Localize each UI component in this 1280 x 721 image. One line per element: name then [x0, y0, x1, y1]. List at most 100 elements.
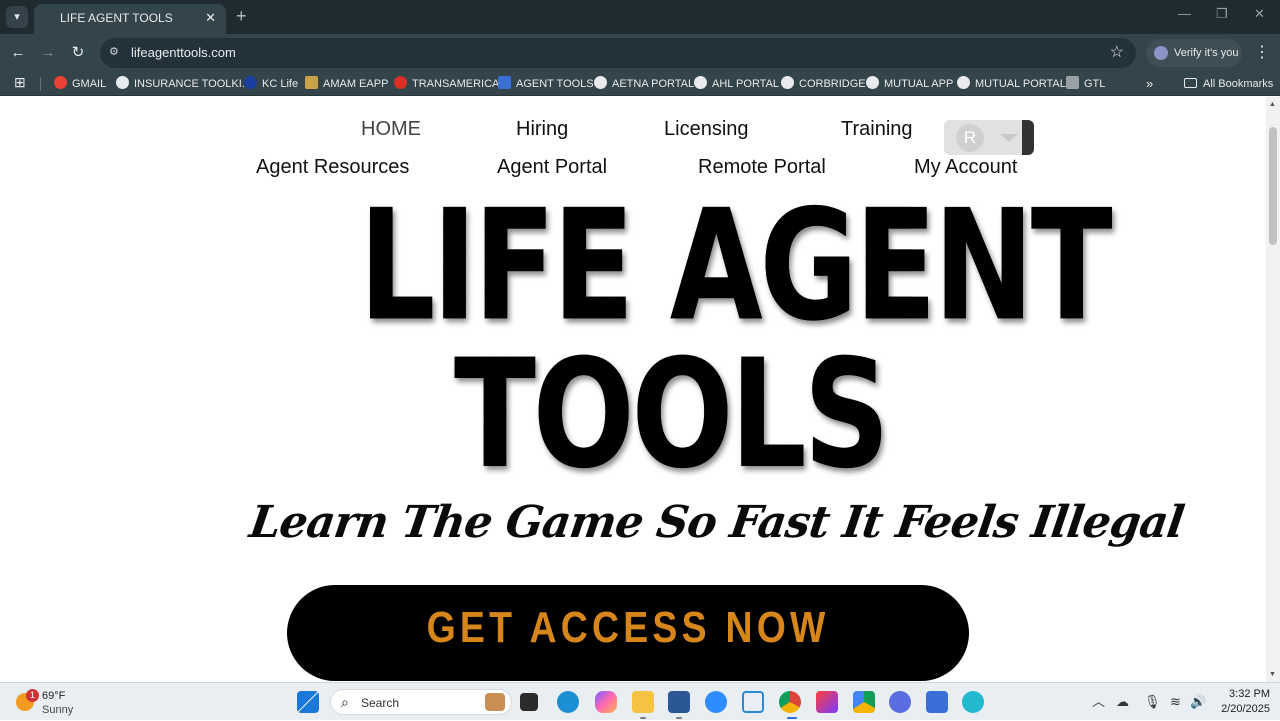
weather-widget[interactable]: 1 69°F Sunny [16, 687, 116, 717]
bookmark-label: MUTUAL APP [884, 78, 954, 90]
account-menu-edge [1022, 120, 1034, 155]
bookmark-label: GTL [1084, 78, 1106, 90]
url-text[interactable]: lifeagenttools.com [131, 38, 236, 68]
tab-search-button[interactable]: ▾ [6, 6, 28, 28]
word-icon[interactable] [668, 691, 690, 713]
weather-condition: Sunny [42, 704, 74, 716]
bookmark-item[interactable]: MUTUAL APP [866, 76, 953, 92]
edge-icon[interactable] [557, 691, 579, 713]
bookmark-label: KC Life [262, 78, 299, 90]
bookmark-item[interactable]: INSURANCE TOOLKI... [116, 76, 251, 92]
get-access-button[interactable]: GET ACCESS NOW [287, 585, 969, 681]
address-bar[interactable]: ⚙ lifeagenttools.com ☆ [100, 38, 1136, 68]
new-tab-icon[interactable]: + [236, 5, 247, 27]
tray-overflow-icon[interactable]: ︿ [1092, 683, 1105, 721]
windows-start-icon[interactable] [297, 691, 319, 713]
clock-date: 2/20/2025 [1221, 703, 1270, 715]
nav-agent-resources[interactable]: Agent Resources [256, 156, 409, 179]
back-icon[interactable]: ← [8, 43, 28, 63]
bookmark-item[interactable]: CORBRIDGE [781, 76, 866, 92]
bookmark-item[interactable]: GTL [1066, 76, 1105, 92]
chrome-icon[interactable] [779, 691, 801, 713]
bookmarks-bar: ⊞ GMAIL INSURANCE TOOLKI... KC Life AMAM… [0, 72, 1280, 96]
logo-title-line1: LIFE AGENT [359, 177, 1113, 356]
nav-remote-portal[interactable]: Remote Portal [698, 156, 826, 179]
file-explorer-icon[interactable] [632, 691, 654, 713]
google-drive-icon[interactable] [853, 691, 875, 713]
more-bookmarks-icon[interactable]: » [1146, 76, 1153, 91]
bookmark-item[interactable]: TRANSAMERICA [394, 76, 499, 92]
gmail-icon [54, 76, 67, 89]
volume-icon[interactable]: 🔊 [1190, 683, 1206, 721]
nav-agent-portal[interactable]: Agent Portal [497, 156, 607, 179]
close-window-icon[interactable]: ✕ [1254, 6, 1265, 22]
copilot-icon[interactable] [595, 691, 617, 713]
scroll-up-icon[interactable]: ▲ [1269, 101, 1276, 108]
taskbar: 1 69°F Sunny ⌕ Search ︿ ☁ 🎙 ≋ 🔊 3:32 PM … [0, 682, 1280, 720]
bookmark-item[interactable]: AGENT TOOLS [498, 76, 594, 92]
profile-avatar-icon [1154, 46, 1168, 60]
bookmark-item[interactable]: AHL PORTAL [694, 76, 779, 92]
bookmark-item[interactable]: GMAIL [54, 76, 106, 92]
bookmark-item[interactable]: AETNA PORTAL [594, 76, 694, 92]
zoom-icon[interactable] [705, 691, 727, 713]
restore-icon[interactable]: ❐ [1216, 6, 1228, 22]
apps-grid-icon[interactable]: ⊞ [14, 75, 28, 89]
system-clock[interactable]: 3:32 PM 2/20/2025 [1214, 687, 1270, 717]
profile-label: Verify it's you [1174, 47, 1239, 59]
bookmark-label: INSURANCE TOOLKI... [134, 78, 251, 90]
bookmark-label: MUTUAL PORTAL [975, 78, 1066, 90]
account-avatar: R [956, 124, 984, 152]
wifi-icon[interactable]: ≋ [1170, 683, 1181, 721]
settings-app-icon[interactable] [889, 691, 911, 713]
taskbar-search[interactable]: ⌕ Search [330, 689, 512, 715]
forward-icon[interactable]: → [38, 43, 58, 63]
bookmark-label: AHL PORTAL [712, 78, 780, 90]
snipping-tool-icon[interactable] [742, 691, 764, 713]
running-indicator [676, 717, 682, 719]
task-view-icon[interactable] [520, 693, 538, 711]
site-info-icon[interactable]: ⚙ [109, 45, 123, 59]
search-icon: ⌕ [341, 694, 349, 710]
globe-icon [694, 76, 707, 89]
profile-button[interactable]: Verify it's you [1146, 39, 1242, 67]
nav-my-account[interactable]: My Account [914, 156, 1017, 179]
all-bookmarks-button[interactable]: All Bookmarks [1184, 76, 1273, 92]
reload-icon[interactable]: ↻ [68, 43, 88, 63]
active-indicator [787, 717, 797, 719]
nav-home[interactable]: HOME [361, 118, 421, 141]
active-tab[interactable]: LIFE AGENT TOOLS ✕ [34, 4, 226, 34]
web-page: HOME Hiring Licensing Training R Agent R… [0, 97, 1266, 682]
app-icon[interactable] [926, 691, 948, 713]
page-scrollbar[interactable]: ▲ ▼ [1266, 97, 1280, 682]
bookmark-label: AETNA PORTAL [612, 78, 695, 90]
bookmark-item[interactable]: KC Life [244, 76, 298, 92]
bookmark-item[interactable]: MUTUAL PORTAL [957, 76, 1066, 92]
browser-toolbar: ← → ↻ ⚙ lifeagenttools.com ☆ Verify it's… [0, 34, 1280, 72]
weather-badge: 1 [26, 689, 39, 702]
bookmark-label: AGENT TOOLS [516, 78, 594, 90]
scroll-down-icon[interactable]: ▼ [1269, 671, 1276, 678]
menu-kebab-icon[interactable]: ⋮ [1254, 42, 1270, 62]
scroll-thumb[interactable] [1269, 127, 1277, 245]
onedrive-icon[interactable]: ☁ [1116, 683, 1129, 721]
kc-life-icon [244, 76, 257, 89]
account-menu[interactable]: R [944, 120, 1034, 155]
bookmark-label: CORBRIDGE [799, 78, 866, 90]
close-tab-icon[interactable]: ✕ [205, 4, 216, 32]
bookmark-label: TRANSAMERICA [412, 78, 500, 90]
nav-training[interactable]: Training [841, 118, 913, 141]
nav-hiring[interactable]: Hiring [516, 118, 568, 141]
all-bookmarks-label: All Bookmarks [1203, 78, 1274, 90]
minimize-icon[interactable]: — [1178, 6, 1191, 21]
canva-icon[interactable] [962, 691, 984, 713]
nav-licensing[interactable]: Licensing [664, 118, 749, 141]
tab-strip: ▾ LIFE AGENT TOOLS ✕ + — ❐ ✕ [0, 0, 1280, 34]
bookmark-item[interactable]: AMAM EAPP [305, 76, 388, 92]
pdf-app-icon[interactable] [816, 691, 838, 713]
clock-time: 3:32 PM [1229, 688, 1270, 700]
transamerica-icon [394, 76, 407, 89]
bookmark-star-icon[interactable]: ☆ [1110, 42, 1124, 62]
microphone-icon[interactable]: 🎙 [1144, 683, 1161, 721]
bookmark-label: GMAIL [72, 78, 107, 90]
